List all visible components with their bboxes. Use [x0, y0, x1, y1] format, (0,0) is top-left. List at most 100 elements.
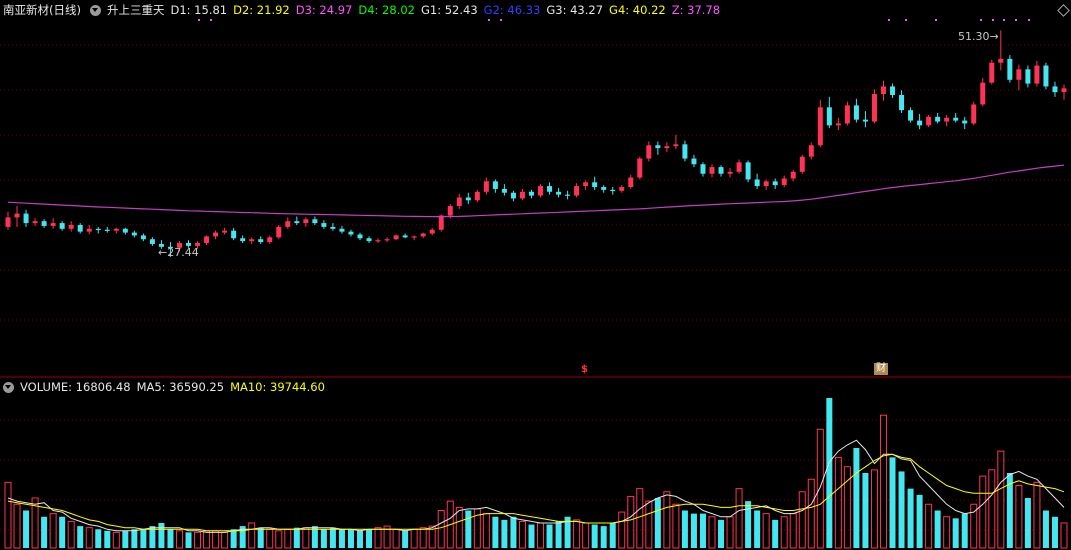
candle-body — [330, 226, 336, 229]
candle-body — [294, 221, 300, 224]
volume-bar — [952, 518, 959, 548]
candle-body — [411, 236, 417, 238]
chart-canvas[interactable] — [0, 0, 1071, 550]
volume-bar — [943, 516, 951, 549]
candle-body — [619, 187, 625, 191]
volume-bar — [167, 529, 174, 548]
candle-body — [736, 162, 742, 172]
volume-bar — [898, 471, 905, 548]
volume-bar — [591, 524, 598, 548]
volume-bar — [1051, 516, 1058, 548]
volume-bar — [175, 530, 183, 549]
volume-bar — [320, 529, 327, 548]
volume-bar — [329, 527, 336, 548]
signal-dot — [888, 19, 890, 21]
volume-bar — [934, 510, 941, 548]
volume-bar — [718, 519, 725, 548]
candle-body — [149, 239, 155, 244]
volume-bar — [212, 530, 220, 549]
volume-bar — [49, 513, 57, 549]
volume-bar — [979, 475, 987, 549]
volume-bar — [672, 503, 680, 549]
candle-body — [565, 194, 571, 196]
candle-body — [348, 231, 354, 235]
volume-bar — [112, 531, 120, 549]
volume-bar — [4, 481, 12, 549]
candle-body — [14, 213, 20, 218]
volume-bar — [465, 510, 472, 548]
candle-body — [1043, 65, 1049, 87]
finance-marker[interactable]: 财 — [874, 363, 888, 375]
volume-bar — [248, 522, 256, 549]
indicator-value: Z: 37.78 — [671, 3, 721, 17]
volume-bar — [357, 530, 363, 548]
candle-body — [691, 158, 697, 165]
candle-body — [510, 192, 516, 199]
volume-bar — [636, 488, 644, 549]
candle-body — [1025, 69, 1031, 84]
main-indicator-header: 南亚新材(日线) 升上三重天 D1: 15.81 D2: 21.92 D3: 2… — [0, 1, 726, 19]
candle-body — [899, 94, 905, 111]
candle-body — [835, 123, 841, 126]
candle-body — [420, 233, 426, 237]
volume-bar — [402, 530, 409, 548]
volume-bar — [708, 516, 716, 549]
volume-bar — [392, 528, 400, 549]
volume-bar — [131, 529, 138, 548]
volume-bar — [826, 398, 833, 548]
dropdown-icon[interactable] — [89, 4, 101, 16]
volume-bar — [1042, 510, 1049, 548]
volume-bar — [834, 456, 842, 549]
volume-bar — [754, 510, 761, 548]
candle-body — [339, 228, 345, 232]
candle-body — [655, 145, 661, 149]
volume-bar — [618, 511, 626, 549]
indicator-name[interactable]: 升上三重天 — [107, 1, 165, 19]
candle-body — [231, 230, 237, 239]
candle-body — [971, 104, 977, 124]
candle-body — [880, 86, 886, 95]
volume-bar — [293, 527, 300, 548]
candle-body — [429, 229, 435, 234]
candle-body — [303, 219, 309, 224]
volume-bar — [907, 488, 914, 548]
signal-dot — [935, 19, 937, 21]
signal-marker[interactable]: $ — [581, 364, 588, 376]
candle-body — [1034, 65, 1040, 84]
candle-body — [1052, 86, 1058, 93]
candle-body — [465, 197, 471, 201]
candle-body — [528, 191, 534, 196]
candle-body — [718, 167, 724, 174]
candle-body — [926, 116, 932, 126]
chart-window[interactable]: 南亚新材(日线) 升上三重天 D1: 15.81 D2: 21.92 D3: 2… — [0, 0, 1071, 550]
candle-body — [682, 144, 688, 159]
candle-body — [890, 86, 896, 95]
stock-title: 南亚新材(日线) — [3, 3, 81, 17]
volume-bar — [194, 531, 202, 549]
signal-dot — [905, 19, 907, 21]
candle-body — [86, 228, 92, 232]
candle-body — [5, 217, 11, 227]
candle-body — [871, 94, 877, 122]
volume-bar — [501, 519, 508, 548]
candle-body — [727, 171, 733, 174]
volume-bar — [726, 516, 734, 549]
candle-body — [456, 197, 462, 207]
volume-bar — [645, 500, 653, 549]
volume-bar — [366, 529, 373, 548]
volume-bar — [762, 513, 770, 549]
volume-bar — [492, 516, 499, 548]
volume-bar — [518, 520, 526, 549]
candle-body — [790, 171, 796, 179]
volume-bar — [925, 503, 933, 549]
dropdown-icon[interactable] — [3, 381, 14, 393]
volume-bar — [67, 520, 75, 549]
volume-value: MA5: 36590.25 — [136, 380, 225, 394]
volume-bar — [338, 529, 345, 548]
volume-bar — [735, 488, 743, 549]
volume-ma10-line — [7, 453, 1065, 532]
indicator-value: G1: 52.43 — [420, 3, 478, 17]
volume-bar — [699, 513, 706, 548]
volume-bar — [158, 523, 165, 548]
volume-bar — [203, 530, 211, 549]
